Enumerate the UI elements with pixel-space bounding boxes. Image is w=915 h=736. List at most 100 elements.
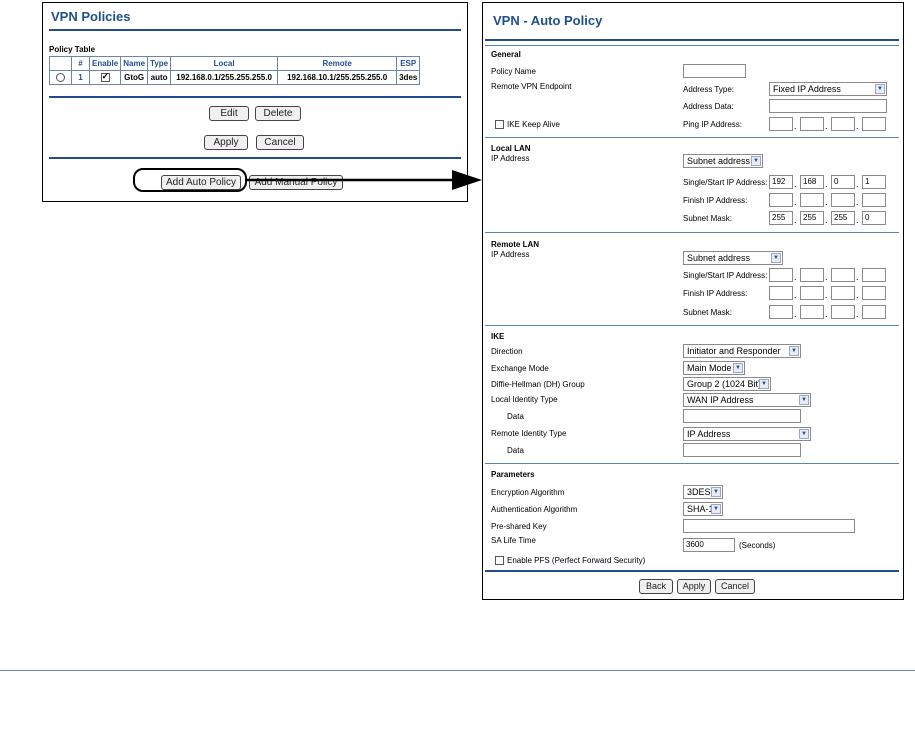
remote-ip-type-value: Subnet address [687, 253, 751, 263]
local-start-ip-label: Single/Start IP Address: [683, 178, 768, 187]
pfs-label: Enable PFS (Perfect Forward Security) [507, 556, 646, 565]
remote-subnet-label: Subnet Mask: [683, 308, 732, 317]
ike-keepalive-checkbox[interactable] [495, 120, 504, 129]
local-lan-heading: Local LAN [491, 144, 531, 153]
local-identity-data-input[interactable] [683, 409, 801, 423]
page-divider [0, 670, 915, 671]
ike-divider [485, 325, 899, 326]
psk-label: Pre-shared Key [491, 522, 547, 531]
remote-start-ip-octet-1[interactable] [769, 268, 793, 282]
sa-lifetime-input[interactable]: 3600 [683, 538, 735, 552]
remote-finish-ip-octet-2[interactable] [800, 286, 824, 300]
local-ip-label: IP Address [491, 154, 530, 163]
address-data-input[interactable] [769, 99, 887, 113]
local-finish-ip-octet-1[interactable] [769, 193, 793, 207]
chevron-down-icon: ▼ [789, 346, 799, 356]
auto-policy-title: VPN - Auto Policy [493, 13, 603, 28]
remote-identity-data-input[interactable] [683, 443, 801, 457]
local-subnet-octet-1[interactable]: 255 [769, 211, 793, 225]
local-finish-ip-octet-4[interactable] [862, 193, 886, 207]
local-finish-ip-octet-3[interactable] [831, 193, 855, 207]
authentication-label: Authentication Algorithm [491, 505, 578, 514]
dh-group-select[interactable]: Group 2 (1024 Bit) ▼ [683, 377, 771, 391]
remote-subnet-octet-1[interactable] [769, 305, 793, 319]
policy-name-label: Policy Name [491, 67, 536, 76]
footer-divider [485, 570, 899, 572]
ping-ip-label: Ping IP Address: [683, 120, 742, 129]
remote-start-ip-octet-2[interactable] [800, 268, 824, 282]
local-subnet-octet-4[interactable]: 0 [862, 211, 886, 225]
remote-finish-ip-octet-1[interactable] [769, 286, 793, 300]
auto-policy-panel: VPN - Auto Policy General Policy Name Re… [482, 2, 904, 600]
chevron-down-icon: ▼ [711, 487, 721, 497]
pfs-checkbox[interactable] [495, 556, 504, 565]
encryption-select[interactable]: 3DES ▼ [683, 485, 723, 499]
chevron-down-icon: ▼ [799, 395, 809, 405]
local-subnet-octet-2[interactable]: 255 [800, 211, 824, 225]
ping-ip-octet-1[interactable] [769, 117, 793, 131]
direction-select[interactable]: Initiator and Responder ▼ [683, 344, 801, 358]
local-start-ip-octet-4[interactable]: 1 [862, 175, 886, 189]
back-button[interactable]: Back [639, 579, 673, 594]
remote-subnet-octet-4[interactable] [862, 305, 886, 319]
remote-finish-ip-octet-3[interactable] [831, 286, 855, 300]
chevron-down-icon: ▼ [759, 379, 769, 389]
address-type-label: Address Type: [683, 85, 734, 94]
remote-identity-select[interactable]: IP Address ▼ [683, 427, 811, 441]
exchange-mode-label: Exchange Mode [491, 364, 549, 373]
local-finish-ip-label: Finish IP Address: [683, 196, 748, 205]
remote-finish-ip-octet-4[interactable] [862, 286, 886, 300]
local-start-ip-octet-1[interactable]: 192 [769, 175, 793, 189]
remote-identity-value: IP Address [687, 429, 731, 439]
apply-button[interactable]: Apply [677, 579, 711, 594]
local-ip-type-select[interactable]: Subnet address ▼ [683, 154, 763, 168]
address-data-label: Address Data: [683, 102, 734, 111]
remote-endpoint-label: Remote VPN Endpoint [491, 82, 572, 91]
chevron-down-icon: ▼ [733, 363, 743, 373]
remote-lan-divider [485, 232, 899, 233]
dh-group-label: Diffie-Hellman (DH) Group [491, 380, 585, 389]
direction-value: Initiator and Responder [687, 346, 781, 356]
ping-ip-octet-4[interactable] [862, 117, 886, 131]
encryption-label: Encryption Algorithm [491, 488, 565, 497]
general-heading: General [491, 50, 521, 59]
chevron-down-icon: ▼ [799, 429, 809, 439]
chevron-down-icon: ▼ [771, 253, 781, 263]
remote-lan-heading: Remote LAN [491, 240, 540, 249]
local-start-ip-octet-3[interactable]: 0 [831, 175, 855, 189]
parameters-divider [485, 463, 899, 464]
remote-subnet-octet-3[interactable] [831, 305, 855, 319]
local-identity-select[interactable]: WAN IP Address ▼ [683, 393, 811, 407]
chevron-down-icon: ▼ [711, 504, 721, 514]
dh-group-value: Group 2 (1024 Bit) [687, 379, 762, 389]
chevron-down-icon: ▼ [751, 156, 761, 166]
local-subnet-octet-3[interactable]: 255 [831, 211, 855, 225]
ike-keepalive-label: IKE Keep Alive [507, 120, 560, 129]
encryption-value: 3DES [687, 487, 711, 497]
remote-start-ip-octet-3[interactable] [831, 268, 855, 282]
parameters-heading: Parameters [491, 470, 535, 479]
ping-ip-octet-2[interactable] [800, 117, 824, 131]
sa-lifetime-unit: (Seconds) [739, 541, 776, 550]
remote-ip-type-select[interactable]: Subnet address ▼ [683, 251, 783, 265]
policy-name-input[interactable] [683, 64, 746, 78]
psk-input[interactable] [683, 519, 855, 533]
local-lan-divider [485, 137, 899, 138]
direction-label: Direction [491, 347, 523, 356]
authentication-value: SHA-1 [687, 504, 714, 514]
ping-ip-octet-3[interactable] [831, 117, 855, 131]
remote-start-ip-octet-4[interactable] [862, 268, 886, 282]
local-finish-ip-octet-2[interactable] [800, 193, 824, 207]
local-identity-label: Local Identity Type [491, 395, 558, 404]
cancel-button[interactable]: Cancel [715, 579, 755, 594]
exchange-mode-select[interactable]: Main Mode ▼ [683, 361, 745, 375]
authentication-select[interactable]: SHA-1 ▼ [683, 502, 723, 516]
ike-heading: IKE [491, 332, 505, 341]
local-subnet-label: Subnet Mask: [683, 214, 732, 223]
chevron-down-icon: ▼ [875, 84, 885, 94]
local-start-ip-octet-2[interactable]: 168 [800, 175, 824, 189]
remote-data-label: Data [507, 446, 524, 455]
address-type-select[interactable]: Fixed IP Address ▼ [769, 82, 887, 96]
remote-identity-label: Remote Identity Type [491, 429, 567, 438]
remote-subnet-octet-2[interactable] [800, 305, 824, 319]
